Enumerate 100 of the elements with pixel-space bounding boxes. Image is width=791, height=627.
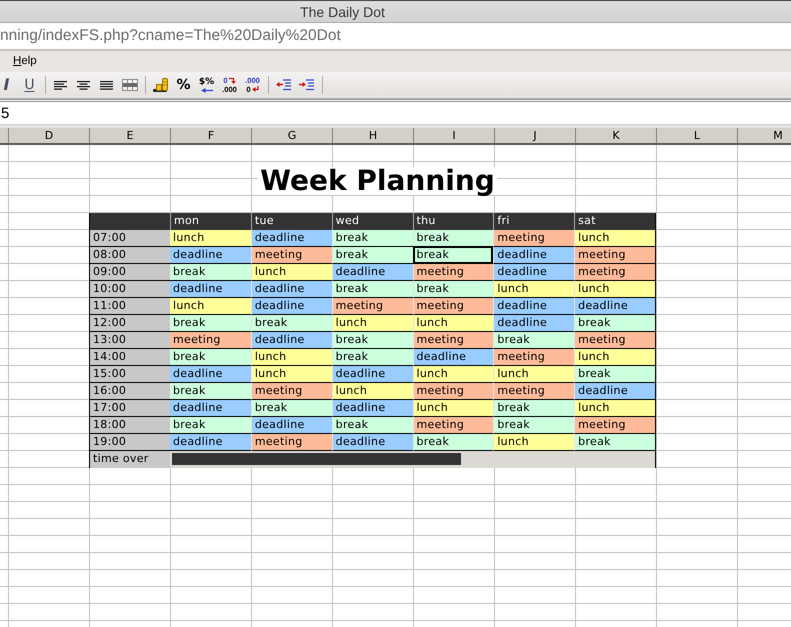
time-cell: 18:00 [90,417,170,434]
table-cell: lunch [412,400,494,417]
table-cell: deadline [574,383,655,400]
time-cell: 19:00 [90,434,170,451]
table-cell: break [412,434,494,451]
table-cell: meeting [170,332,251,349]
table-cell: deadline [574,298,655,315]
table-cell: lunch [574,400,655,417]
table-cell: lunch [332,315,412,332]
table-cell: meeting [412,298,494,315]
table-cell: deadline [332,400,412,417]
align-left-icon [54,80,67,90]
table-cell: deadline [170,400,251,417]
column-header[interactable]: E [89,128,170,143]
table-cell: meeting [493,383,574,400]
column-header[interactable]: D [8,128,89,143]
table-cell: deadline [332,366,412,383]
time-cell: 14:00 [90,349,170,366]
table-cell: deadline [493,315,574,332]
table-cell: lunch [493,434,574,451]
table-cell: break [332,417,412,434]
justify-icon [100,80,113,90]
arrow-icon [252,86,259,92]
sheet-title: Week Planning [258,167,497,195]
table-cell: break [332,230,412,247]
column-header[interactable]: M [737,128,791,143]
table-cell: deadline [332,264,412,281]
time-cell: 17:00 [90,400,170,417]
table-cell: deadline [250,332,332,349]
column-header[interactable]: G [251,128,332,143]
formula-text: 5 [0,106,10,120]
table-cell: break [170,383,251,400]
table-cell: deadline [170,434,251,451]
table-cell: meeting [493,349,574,366]
table-cell: deadline [250,281,332,298]
table-cell: deadline [250,417,332,434]
table-cell: break [574,434,655,451]
table-cell: lunch [412,315,494,332]
time-cell: 16:00 [90,383,170,400]
column-header[interactable]: I [413,128,494,143]
italic-button[interactable]: I [0,74,18,96]
time-cell: 15:00 [90,366,170,383]
time-cell: 13:00 [90,332,170,349]
table-cell: meeting [250,247,332,264]
table-cell: lunch [493,281,574,298]
menu-item[interactable]: Help [13,56,37,68]
time-cell: 08:00 [90,247,170,264]
table-cell: meeting [412,264,494,281]
table-cell: lunch [493,366,574,383]
table-cell: lunch [574,230,655,247]
table-cell: break [332,349,412,366]
table-cell: lunch [250,366,332,383]
time-cell: 12:00 [90,315,170,332]
table-cell: meeting [574,264,655,281]
column-header[interactable]: K [575,128,656,143]
table-cell: break [493,400,574,417]
table-cell: deadline [493,264,574,281]
table-cell: break [332,332,412,349]
column-header[interactable]: H [332,128,413,143]
table-cell: meeting [250,434,332,451]
time-cell: 11:00 [90,298,170,315]
table-cell: meeting [332,298,412,315]
column-header[interactable]: F [170,128,251,143]
table-cell: deadline [493,298,574,315]
table-cell: break [170,349,251,366]
merge-cells-icon [122,79,138,91]
table-cell: break [170,315,251,332]
column-header[interactable]: L [656,128,737,143]
table-cell: deadline [332,434,412,451]
table-cell: deadline [170,281,251,298]
table-cell: break [332,281,412,298]
underline-button[interactable]: U [18,74,41,96]
table-cell: meeting [574,247,655,264]
coins-icon [152,78,168,92]
table-cell: deadline [412,349,494,366]
table-cell: lunch [574,349,655,366]
column-header[interactable]: J [494,128,575,143]
address-text: nning/indexFS.php?cname=The%20Daily%20Dot [0,28,341,44]
arrow-icon [228,77,236,84]
table-cell: break [493,417,574,434]
table-cell: deadline [170,247,251,264]
align-center-icon [77,80,90,90]
table-cell: break [574,366,655,383]
time-cell: 09:00 [90,264,170,281]
table-cell: lunch [574,281,655,298]
currency-button[interactable]: $% [195,74,218,96]
table-cell: meeting [250,383,332,400]
table-cell: deadline [250,230,332,247]
percent-button[interactable]: % [172,74,195,96]
table-cell: lunch [170,298,251,315]
time-cell: 07:00 [90,230,170,247]
table-cell: deadline [493,247,574,264]
time-over-label: time over [90,451,170,468]
table-cell: lunch [250,349,332,366]
outdent-icon [276,79,291,91]
table-cell: lunch [170,230,251,247]
time-cell: 10:00 [90,281,170,298]
table-cell: meeting [574,417,655,434]
table-cell: break [332,247,412,264]
table-cell: meeting [574,332,655,349]
